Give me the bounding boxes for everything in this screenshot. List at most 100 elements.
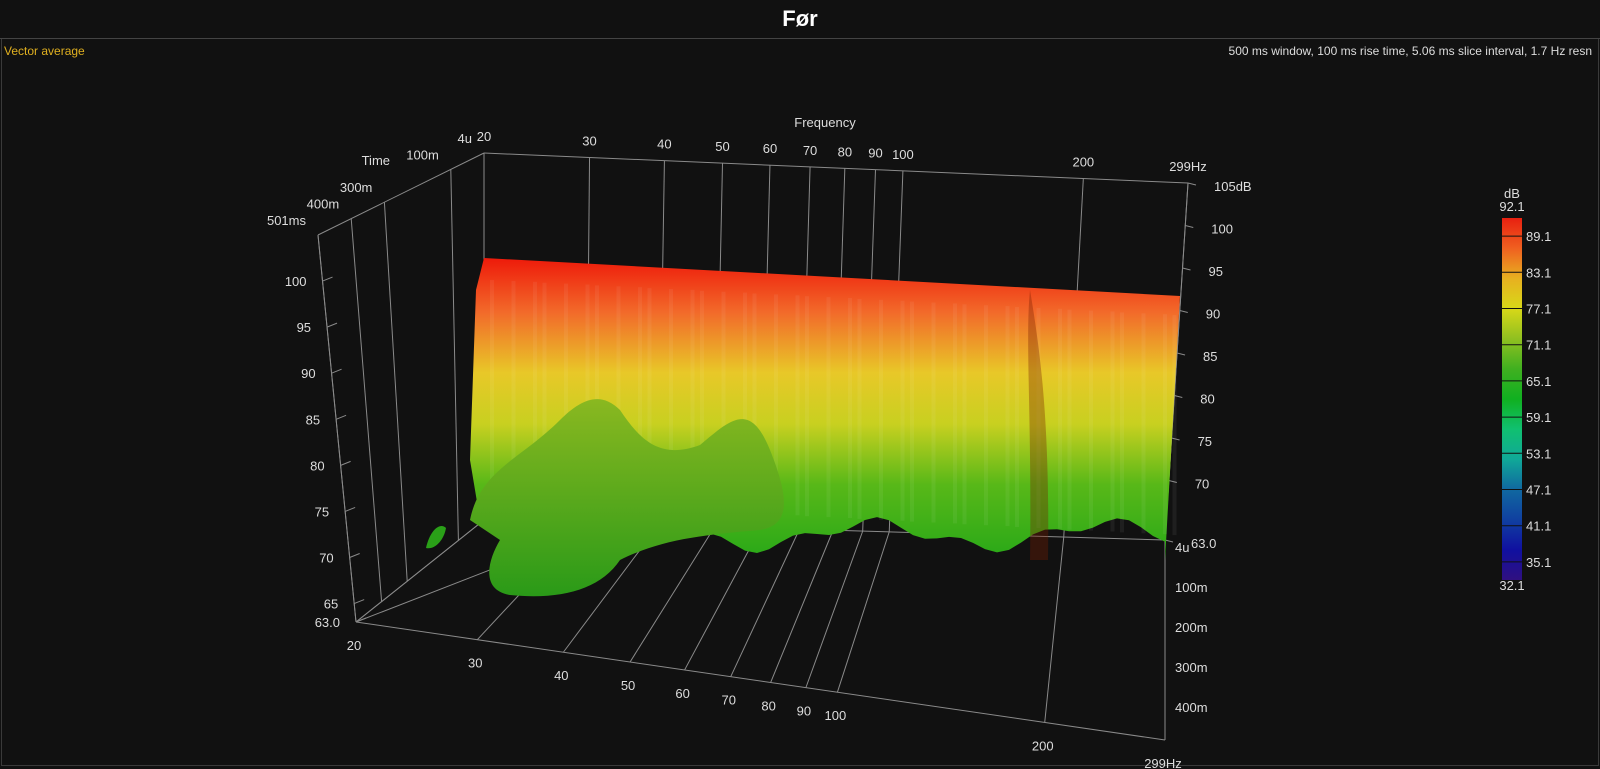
db-tickmark-right [1176, 352, 1186, 356]
surface-ridge [795, 295, 800, 516]
time-gridline [350, 218, 383, 602]
freq-tick-bottom: 200 [1032, 738, 1054, 753]
colorbar-tick: 65.1 [1526, 374, 1551, 389]
db-gridline-left [335, 414, 347, 420]
db-gridline-left [322, 276, 333, 282]
freq-tick-top: 50 [715, 139, 729, 154]
surface-ridge [1120, 312, 1124, 533]
freq-tick-bottom: 90 [797, 704, 811, 719]
db-gridline-left [354, 599, 365, 605]
db-gridline-left [331, 368, 342, 374]
time-tick-back: 300m [340, 180, 373, 195]
db-tick-left: 65 [324, 597, 338, 612]
freq-tick-top: 90 [868, 146, 882, 161]
db-tick-right: 70 [1195, 477, 1209, 492]
freq-tick-top: 80 [838, 144, 852, 159]
colorbar-tick: 83.1 [1526, 265, 1551, 280]
time-tick-right: 100m [1175, 580, 1208, 595]
freq-tick-bottom: 60 [675, 686, 689, 701]
freq-tick-bottom: 20 [347, 638, 361, 653]
freq-tick-bottom: 299Hz [1144, 756, 1182, 769]
surface-ridge [984, 305, 988, 526]
freq-tick-top: 200 [1072, 155, 1094, 170]
db-tick-left: 100 [285, 274, 307, 289]
colorbar: dB92.132.189.183.177.171.165.159.153.147… [1499, 186, 1551, 593]
surface-ridge [1058, 308, 1062, 529]
surface-ridge [910, 301, 914, 522]
time-tick-back: 100m [406, 147, 439, 162]
time-gridline [450, 169, 459, 541]
db-gridline-left [326, 322, 338, 328]
surface-ridge [879, 299, 883, 520]
time-tick-back: 400m [307, 197, 340, 212]
time-tick-right: 200m [1175, 620, 1208, 635]
surface-ridge [900, 300, 905, 521]
freq-gridline-floor [805, 530, 864, 688]
freq-gridline-floor [730, 529, 800, 677]
surface-ridge [490, 280, 494, 500]
db-tickmark-right [1179, 310, 1188, 313]
db-tick-right: 95 [1209, 264, 1223, 279]
db-gridline-left [349, 553, 360, 558]
db-gridline-left [344, 506, 356, 512]
db-tickmark-right [1164, 539, 1174, 543]
surface-ridge [962, 304, 967, 525]
colorbar-tick: 89.1 [1526, 229, 1551, 244]
freq-tick-top: 20 [477, 129, 491, 144]
freq-gridline-floor [770, 530, 834, 683]
colorbar-tick: 35.1 [1526, 555, 1551, 570]
surface-ridge [848, 298, 852, 518]
db-tick-right: 80 [1200, 392, 1214, 407]
freq-gridline-floor [1044, 536, 1065, 723]
surface-small-blob [426, 526, 446, 549]
time-tick-back: 501ms [267, 213, 307, 228]
db-tick-left: 70 [319, 551, 333, 566]
time-tick-back: 4u [458, 131, 472, 146]
db-tick-right: 105dB [1214, 179, 1252, 194]
surface-ridge [1163, 314, 1167, 535]
surface-ridge [953, 303, 957, 524]
waterfall-surface [426, 258, 1180, 597]
surface-ridge [1015, 307, 1019, 527]
freq-tick-top: 70 [803, 143, 817, 158]
colorbar-tick: 41.1 [1526, 519, 1551, 534]
colorbar-tick: 71.1 [1526, 338, 1551, 353]
surface-ridge [1089, 310, 1093, 531]
db-tickmark-right [1182, 267, 1191, 271]
surface-ridge [1141, 313, 1146, 534]
db-tick-right: 63.0 [1191, 536, 1216, 551]
surface-ridge [857, 298, 862, 519]
freq-tick-bottom: 100 [825, 708, 847, 723]
db-gridline-left [340, 460, 351, 466]
surface-ridge [1110, 311, 1115, 532]
colorbar-min: 32.1 [1499, 578, 1524, 593]
freq-tick-top: 60 [763, 141, 777, 156]
time-tick-right: 400m [1175, 700, 1208, 715]
freq-tick-bottom: 70 [721, 693, 735, 708]
freq-tick-top: 100 [892, 147, 914, 162]
time-tick-right: 300m [1175, 660, 1208, 675]
colorbar-tick: 47.1 [1526, 483, 1551, 498]
freq-gridline-floor [355, 519, 485, 623]
freq-tick-bottom: 80 [761, 698, 775, 713]
waterfall-plot: 20 20 30 30 40 40 50 50 60 60 70 70 80 80 90 90 100 100 20… [267, 115, 1551, 769]
time-axis-label: Time [362, 153, 390, 168]
db-tick-right: 85 [1203, 349, 1217, 364]
db-tick-left: 90 [301, 366, 315, 381]
surface-ridge [1005, 306, 1010, 527]
db-tickmark-right [1187, 182, 1197, 186]
freq-tick-top: 30 [582, 133, 596, 148]
colorbar-tick: 77.1 [1526, 302, 1551, 317]
surface-ridge [1172, 315, 1177, 536]
db-tick-left: 95 [297, 320, 311, 335]
db-tick-left: 63.0 [315, 615, 340, 630]
db-tick-left: 80 [310, 458, 324, 473]
surface-ridge [805, 296, 809, 517]
freq-tick-top: 40 [657, 137, 671, 152]
db-tick-right: 90 [1206, 307, 1220, 322]
freq-axis-label: Frequency [794, 115, 856, 130]
db-tick-left: 75 [315, 504, 329, 519]
freq-tick-bottom: 30 [468, 656, 482, 671]
surface-ridge [826, 297, 831, 518]
surface-ridge [931, 302, 936, 523]
